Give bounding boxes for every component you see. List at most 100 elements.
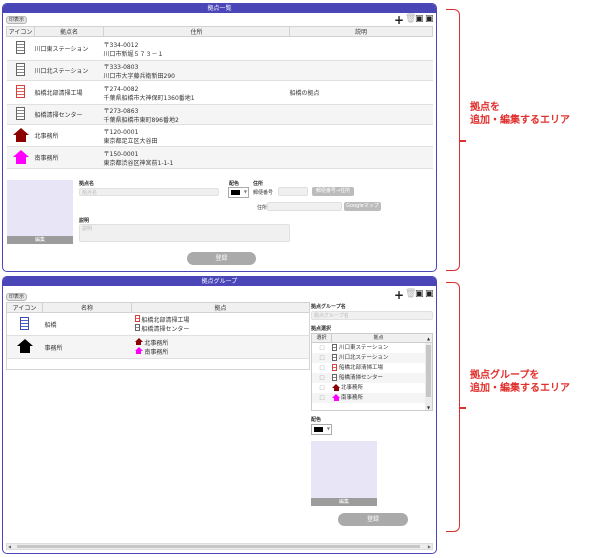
- col-icon: アイコン: [6, 302, 43, 313]
- location-zip: 〒334-0012: [103, 41, 139, 49]
- list-item[interactable]: □ 南事務所: [312, 393, 432, 403]
- location-address: 東京都渋谷区神宮前1-1-1: [103, 159, 174, 167]
- table-row[interactable]: 北事務所 〒120-0001 東京都足立区大谷田: [6, 124, 433, 147]
- location-desc: [289, 36, 433, 61]
- horizontal-scrollbar[interactable]: ◀ ▶: [6, 543, 433, 550]
- bottom-bracket: [446, 282, 460, 532]
- location-name: 北事務所: [34, 124, 104, 147]
- scroll-right-icon[interactable]: ▶: [428, 544, 431, 549]
- bottom-annotation: 拠点グループを 追加・編集するエリア: [470, 369, 570, 395]
- checkbox[interactable]: □: [312, 373, 332, 383]
- building-red-icon: [332, 364, 337, 371]
- scroll-up-icon[interactable]: ▲: [425, 334, 432, 342]
- location-name: 川口北ステーション: [34, 60, 104, 81]
- col-desc: 説明: [289, 26, 433, 37]
- house-magenta-icon: [332, 394, 340, 401]
- option-label: 川口東ステーション: [339, 345, 389, 351]
- checkbox[interactable]: □: [312, 353, 332, 363]
- zip-label: 郵便番号: [253, 190, 274, 196]
- building-gray-icon: [16, 107, 25, 120]
- list-item[interactable]: □ 北事務所: [312, 383, 432, 393]
- import-icon[interactable]: ▣: [415, 290, 424, 299]
- building-gray-icon: [332, 344, 337, 351]
- table-row[interactable]: 船橋清掃センター 〒273-0863 千葉県船橋市東町896番地2: [6, 104, 433, 125]
- list-item[interactable]: □ 川口北ステーション: [312, 353, 432, 363]
- image-edit-button[interactable]: 編集: [7, 236, 73, 244]
- address-input[interactable]: [267, 202, 342, 211]
- house-darkred-icon: [332, 384, 340, 391]
- location-register-button[interactable]: 登録: [187, 252, 256, 265]
- select-label: 拠点選択: [311, 326, 332, 332]
- checkbox[interactable]: □: [312, 383, 332, 393]
- top-annotation-line2: 追加・編集するエリア: [470, 115, 570, 126]
- group-image[interactable]: 編集: [311, 441, 377, 506]
- col-icon: アイコン: [6, 26, 35, 37]
- building-red-icon: [16, 85, 25, 98]
- col-members: 拠点: [131, 302, 310, 313]
- group-name-input[interactable]: 拠点グループ名: [311, 311, 433, 320]
- location-zip: 〒333-0803: [103, 63, 139, 71]
- group-register-button[interactable]: 登録: [338, 513, 408, 526]
- address-sub-label: 住所: [257, 205, 268, 211]
- bottom-annotation-line1: 拠点グループを: [470, 370, 540, 381]
- bottom-bracket-tip: [459, 407, 466, 409]
- location-name: 船橋清掃センター: [34, 104, 104, 125]
- checkbox[interactable]: □: [312, 393, 332, 403]
- option-label: 船橋北部清掃工場: [339, 365, 384, 371]
- location-address: 川口市大字藤兵衛新田290: [103, 72, 175, 80]
- building-gray-icon: [332, 374, 337, 381]
- location-zip: 〒120-0001: [103, 128, 139, 136]
- desc-label: 説明: [79, 218, 90, 224]
- table-row[interactable]: 船橋北部清掃工場 〒274-0082 千葉県船橋市大神保町1360番地1 船橋の拠…: [6, 80, 433, 105]
- list-item[interactable]: □ 船橋北部清掃工場: [312, 363, 432, 373]
- location-name: 川口東ステーション: [34, 36, 104, 61]
- location-zip: 〒273-0863: [103, 107, 139, 115]
- import-icon[interactable]: ▣: [415, 15, 424, 24]
- google-map-button[interactable]: Googleマップ: [344, 202, 381, 211]
- list-item[interactable]: □ 川口東ステーション: [312, 343, 432, 353]
- color-picker[interactable]: ▼: [228, 187, 249, 198]
- print-toggle[interactable]: 印表示: [6, 16, 28, 24]
- location-desc: [289, 146, 433, 169]
- select-list: 選択 拠点 ▲ ▼ □ 川口東ステーション □ 川口北ステーション □ 船橋北部清掃工…: [311, 333, 433, 411]
- scroll-down-icon[interactable]: ▼: [425, 405, 432, 410]
- zip-input[interactable]: [278, 187, 308, 196]
- desc-textarea[interactable]: 説明: [79, 224, 290, 242]
- add-icon[interactable]: +: [394, 14, 404, 26]
- location-panel: 拠点一覧 印表示 + 🗑 ▣ ▣ アイコン 拠点名 住所 説明 川口東ステーショ…: [2, 3, 437, 272]
- export-icon[interactable]: ▣: [425, 15, 434, 24]
- table-row[interactable]: 南事務所 〒150-0001 東京都渋谷区神宮前1-1-1: [6, 146, 433, 169]
- table-row[interactable]: 川口東ステーション 〒334-0012 川口市新堀５７３－１: [6, 36, 433, 61]
- add-icon[interactable]: +: [394, 289, 404, 301]
- checkbox[interactable]: □: [312, 363, 332, 373]
- table-row[interactable]: 川口北ステーション 〒333-0803 川口市大字藤兵衛新田290: [6, 60, 433, 81]
- horizontal-scrollbar-thumb[interactable]: [17, 545, 420, 548]
- location-address: 川口市新堀５７３－１: [103, 50, 164, 58]
- location-table: アイコン 拠点名 住所 説明 川口東ステーション 〒334-0012 川口市新堀５…: [6, 26, 433, 169]
- location-name-input[interactable]: 拠点名: [79, 188, 219, 196]
- print-toggle[interactable]: 印表示: [6, 293, 28, 301]
- location-zip: 〒274-0082: [103, 85, 139, 93]
- col-name: 名称: [42, 302, 132, 313]
- top-bracket: [446, 9, 460, 271]
- export-icon[interactable]: ▣: [425, 290, 434, 299]
- top-annotation-line1: 拠点を: [470, 102, 500, 113]
- scroll-left-icon[interactable]: ◀: [8, 544, 11, 549]
- option-label: 川口北ステーション: [339, 355, 389, 361]
- house-magenta-icon: [12, 149, 29, 164]
- group-color-picker[interactable]: ▼: [311, 424, 332, 435]
- building-gray-icon: [332, 354, 337, 361]
- location-image[interactable]: 編集: [7, 180, 73, 244]
- group-panel-title: 拠点グループ: [3, 277, 436, 286]
- checkbox[interactable]: □: [312, 343, 332, 353]
- zip-to-address-button[interactable]: 郵便番号→住所: [312, 187, 354, 196]
- select-col-header: 選択: [312, 334, 332, 342]
- house-darkred-icon: [12, 127, 29, 142]
- option-label: 南事務所: [341, 395, 364, 401]
- list-item[interactable]: □ 船橋清掃センター: [312, 373, 432, 383]
- scrollbar-thumb[interactable]: [426, 345, 431, 397]
- location-name: 船橋北部清掃工場: [34, 80, 104, 105]
- group-image-edit-button[interactable]: 編集: [311, 498, 377, 506]
- group-color-label: 配色: [311, 417, 322, 423]
- location-zip: 〒150-0001: [103, 150, 139, 158]
